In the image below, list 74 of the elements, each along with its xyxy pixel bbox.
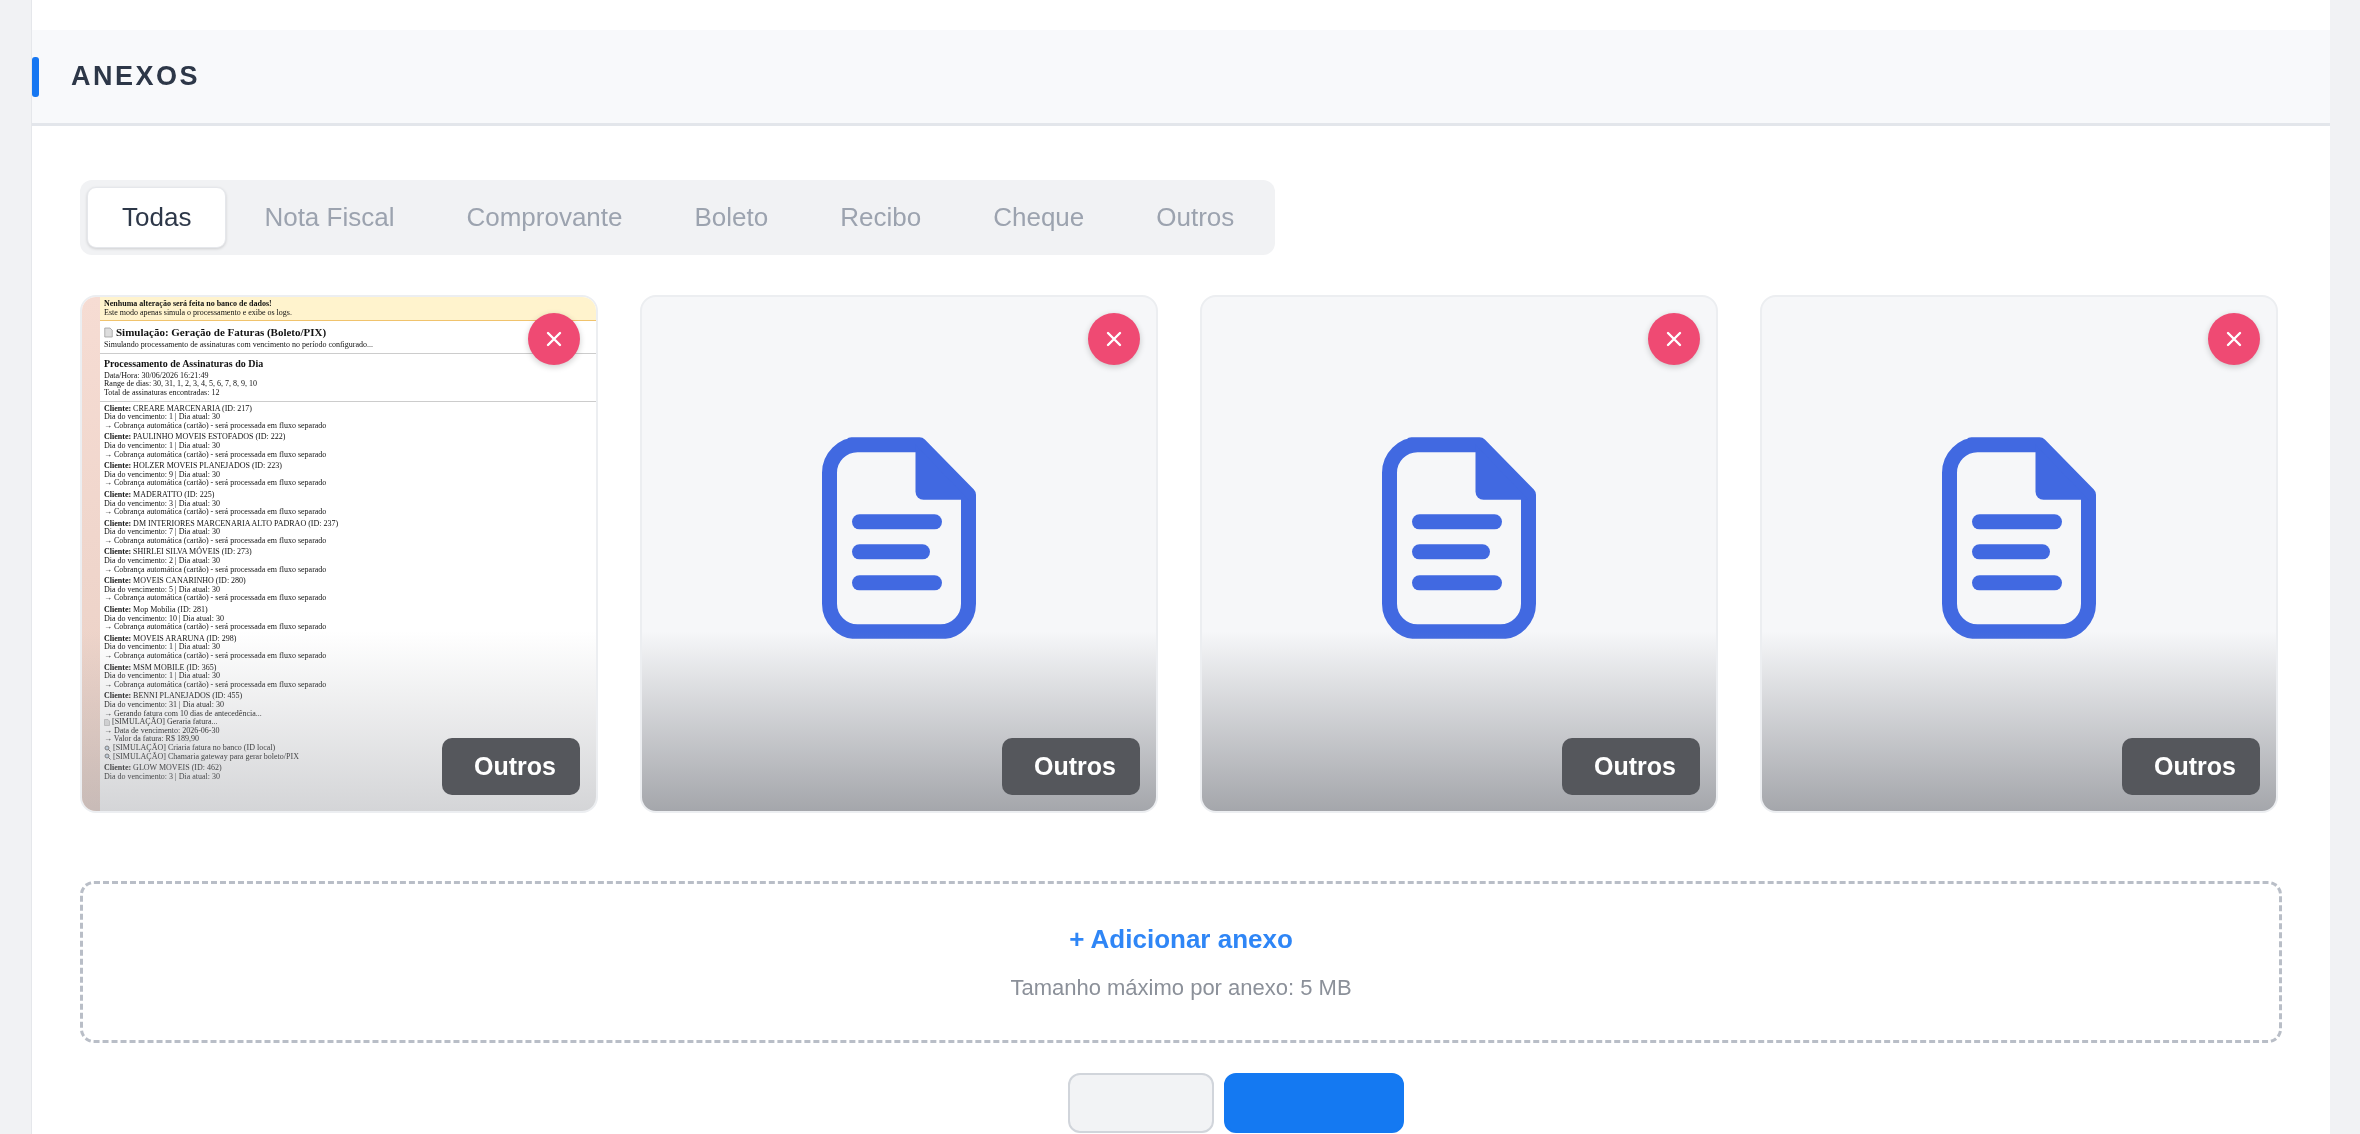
- log-line: → Cobrança automática (cartão) - será processada em fluxo separado: [104, 594, 327, 604]
- remove-button[interactable]: [1088, 313, 1140, 365]
- document-heading: Processamento de Assinaturas do Dia: [104, 357, 265, 369]
- log-line: Dia do vencimento: 1 | Dia atual: 30: [104, 413, 220, 422]
- filter-tab[interactable]: Comprovante: [432, 187, 657, 248]
- remove-button[interactable]: [2208, 313, 2260, 365]
- intro-text: Simulando processamento de assinaturas com vencimento no período configurado...: [104, 341, 375, 350]
- log-line: → Cobrança automática (cartão) - será processada em fluxo separado: [104, 536, 327, 546]
- log-line: → Gerando fatura com 10 dias de antecedência...: [104, 709, 262, 718]
- client-line: Cliente: MADERATTO (ID: 225): [104, 490, 216, 500]
- log-line: Dia do vencimento: 10 | Dia atual: 30: [104, 614, 224, 623]
- document-icon: [1381, 436, 1537, 639]
- filter-tab[interactable]: Outros: [1122, 187, 1269, 248]
- document-icon: [1941, 436, 2097, 639]
- log-line: [SIMULAÇÃO] Geraria fatura...: [112, 718, 218, 727]
- client-line: Cliente: HOLZER MOVEIS PLANEJADOS (ID: 223): [104, 462, 283, 471]
- log-line: → Cobrança automática (cartão) - será processada em fluxo separado: [104, 623, 327, 632]
- client-line: Cliente: PAULINHO MOVEIS ESTOFADOS (ID: 222): [104, 433, 287, 442]
- remove-button[interactable]: [1648, 313, 1700, 365]
- log-line: Dia do vencimento: 2 | Dia atual: 30: [104, 557, 220, 566]
- meta-line: Range de dias: 30, 31, 1, 2, 3, 4, 5, 6, 7, 8, 9, 10: [104, 380, 259, 389]
- client-line: Cliente: MSM MOBILE (ID: 365): [104, 663, 217, 673]
- client-line: Cliente: SHIRLEI SILVA MÓVEIS (ID: 273): [104, 548, 253, 557]
- client-line: Cliente: BENNI PLANEJADOS (ID: 455): [104, 692, 244, 701]
- client-line: Cliente: CREARE MARCENARIA (ID: 217): [104, 404, 253, 413]
- close-icon: [2225, 330, 2243, 348]
- meta-line: Total de assinaturas encontradas: 12: [104, 388, 221, 398]
- log-line: → Cobrança automática (cartão) - será processada em fluxo separado: [104, 450, 327, 460]
- close-icon: [545, 330, 563, 348]
- log-line: [SIMULAÇÃO] Criaria fatura no banco (ID local): [113, 743, 276, 752]
- banner-text: Este modo apenas simula o processamento e exibe os logs.: [104, 308, 293, 318]
- filter-tab[interactable]: Nota Fiscal: [230, 187, 429, 248]
- log-line: → Data de vencimento: 2026-06-30: [104, 726, 220, 735]
- log-line: Dia do vencimento: 5 | Dia atual: 30: [104, 585, 220, 594]
- page-icon: [104, 718, 110, 726]
- log-line: Dia do vencimento: 9 | Dia atual: 30: [104, 470, 220, 479]
- category-tag: Outros: [442, 737, 580, 795]
- client-line: Cliente: MOVEIS ARARUNA (ID: 298): [104, 634, 238, 644]
- meta-line: Data/Hora: 30/06/2026 16:21:49: [104, 371, 210, 380]
- log-line: Dia do vencimento: 1 | Dia atual: 30: [104, 643, 220, 652]
- add-attachment-link[interactable]: + Adicionar anexo: [1069, 920, 1293, 959]
- log-line: → Cobrança automática (cartão) - será processada em fluxo separado: [104, 565, 327, 575]
- page-icon: [104, 326, 113, 338]
- document-title: Simulação: Geração de Faturas (Boleto/PIX): [116, 326, 327, 339]
- section-title: ANEXOS: [71, 60, 201, 94]
- client-line: Cliente: MOVEIS CANARINHO (ID: 280): [104, 577, 247, 586]
- log-line: Dia do vencimento: 1 | Dia atual: 30: [104, 672, 220, 681]
- log-line: Dia do vencimento: 31 | Dia atual: 30: [104, 700, 224, 710]
- filter-tab[interactable]: Cheque: [959, 187, 1119, 248]
- filter-tab[interactable]: Todas: [87, 187, 227, 248]
- client-line: Cliente: Mop Mobília (ID: 281): [104, 606, 209, 615]
- document-icon: [821, 436, 977, 639]
- log-line: [SIMULAÇÃO] Chamaria gateway para gerar boleto/PIX: [113, 752, 299, 762]
- category-tag: Outros: [1562, 737, 1700, 795]
- log-line: Dia do vencimento: 7 | Dia atual: 30: [104, 528, 220, 537]
- filter-tab[interactable]: Boleto: [660, 187, 803, 248]
- log-line: → Cobrança automática (cartão) - será processada em fluxo separado: [104, 652, 327, 661]
- category-tag: Outros: [2122, 737, 2260, 795]
- banner-title: Nenhuma alteração será feita no banco de dados!: [104, 300, 273, 309]
- accent-bar: [32, 56, 39, 97]
- log-line: → Cobrança automática (cartão) - será processada em fluxo separado: [104, 508, 327, 517]
- size-hint: Tamanho máximo por anexo: 5 MB: [1010, 974, 1352, 1002]
- log-line: Dia do vencimento: 3 | Dia atual: 30: [104, 772, 220, 782]
- filter-tab[interactable]: Recibo: [806, 187, 956, 248]
- log-line: Dia do vencimento: 3 | Dia atual: 30: [104, 499, 220, 508]
- client-line: Cliente: DM INTERIORES MARCENARIA ALTO PADRAO (ID: 237): [104, 519, 340, 528]
- close-icon: [1665, 330, 1683, 348]
- close-icon: [1105, 330, 1123, 348]
- log-line: → Cobrança automática (cartão) - será processada em fluxo separado: [104, 421, 327, 431]
- category-tag: Outros: [1002, 737, 1140, 795]
- log-line: → Cobrança automática (cartão) - será processada em fluxo separado: [104, 479, 327, 488]
- log-line: → Cobrança automática (cartão) - será processada em fluxo separado: [104, 680, 327, 690]
- log-line: Dia do vencimento: 1 | Dia atual: 30: [104, 441, 220, 450]
- log-line: → Valor da fatura: R$ 189,90: [104, 735, 199, 744]
